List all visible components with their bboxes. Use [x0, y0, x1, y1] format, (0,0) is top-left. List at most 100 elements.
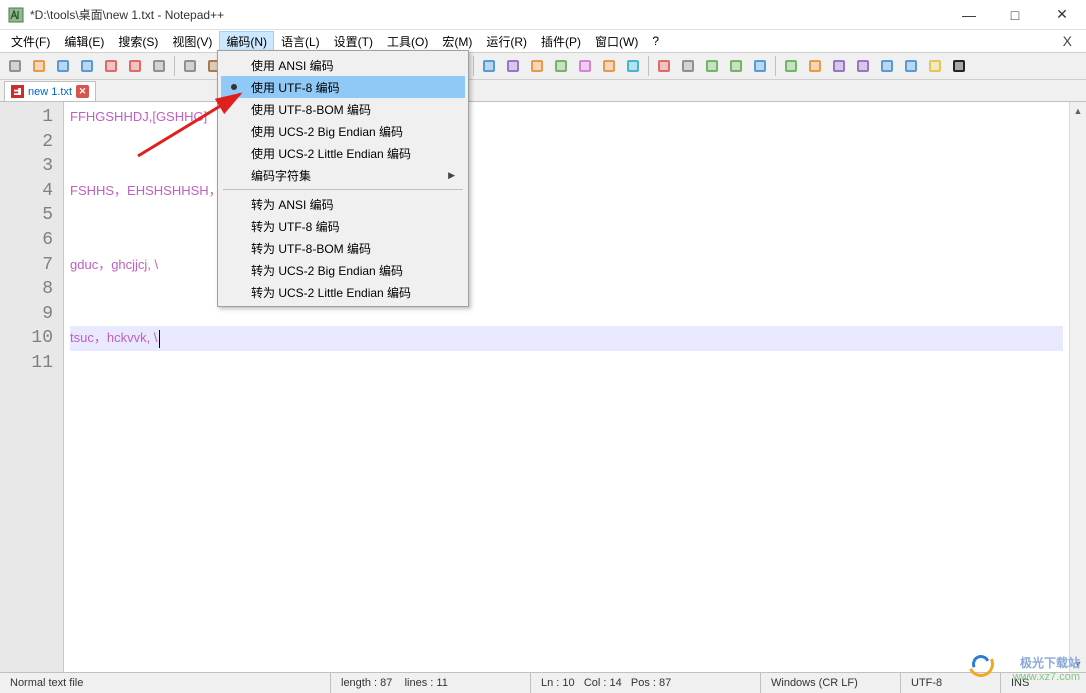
doc-map-button[interactable] — [574, 55, 596, 77]
new-file-button[interactable] — [4, 55, 26, 77]
monitor-button[interactable] — [622, 55, 644, 77]
menu-run[interactable]: 运行(R) — [479, 31, 534, 52]
menu-settings[interactable]: 设置(T) — [327, 31, 380, 52]
indent-guide-button[interactable] — [526, 55, 548, 77]
record-button[interactable] — [653, 55, 675, 77]
menu-use-ucs2-le[interactable]: 使用 UCS-2 Little Endian 编码 — [221, 142, 465, 164]
file-modified-icon — [11, 85, 24, 98]
indent-guide-icon — [529, 58, 545, 74]
open-file-icon — [31, 58, 47, 74]
line-number: 9 — [0, 302, 53, 327]
cut-icon — [182, 58, 198, 74]
menu-to-ucs2-be[interactable]: 转为 UCS-2 Big Endian 编码 — [221, 259, 465, 281]
print-icon — [151, 58, 167, 74]
wordwrap-icon — [481, 58, 497, 74]
save-macro-icon — [752, 58, 768, 74]
bookmark-button[interactable] — [924, 55, 946, 77]
close-icon — [103, 58, 119, 74]
menu-close-x[interactable]: X — [1053, 33, 1082, 49]
menu-help[interactable]: ? — [645, 32, 666, 50]
wordwrap-button[interactable] — [478, 55, 500, 77]
toolbar-separator — [473, 56, 474, 76]
text-editor[interactable]: FFHGSHHDJ,[GSHHG] FSHHS，EHSHSHHSH， gduc，… — [64, 102, 1069, 672]
minimize-button[interactable]: — — [946, 0, 992, 29]
tab-bar: new 1.txt ✕ — [0, 80, 1086, 102]
scroll-up-icon[interactable]: ▲ — [1070, 102, 1086, 119]
bold-icon — [951, 58, 967, 74]
shift-left-icon — [831, 58, 847, 74]
menu-use-utf8[interactable]: 使用 UTF-8 编码 — [221, 76, 465, 98]
editor-line-current: tsuc，hckvvk, \ — [70, 326, 1063, 351]
menu-to-utf8-bom[interactable]: 转为 UTF-8-BOM 编码 — [221, 237, 465, 259]
status-bar: Normal text file length : 87 lines : 11 … — [0, 672, 1086, 693]
menu-language[interactable]: 语言(L) — [274, 31, 327, 52]
compare-button[interactable] — [804, 55, 826, 77]
cut-button[interactable] — [179, 55, 201, 77]
menu-window[interactable]: 窗口(W) — [588, 31, 645, 52]
new-file-icon — [7, 58, 23, 74]
menu-file[interactable]: 文件(F) — [4, 31, 57, 52]
print-button[interactable] — [148, 55, 170, 77]
shift-right-button[interactable] — [852, 55, 874, 77]
menu-separator — [223, 189, 463, 190]
line-number: 6 — [0, 228, 53, 253]
menu-edit[interactable]: 编辑(E) — [57, 31, 111, 52]
language-button[interactable] — [550, 55, 572, 77]
vertical-scrollbar[interactable]: ▲ ▼ — [1069, 102, 1086, 672]
menu-charset[interactable]: 编码字符集 ▶ — [221, 164, 465, 186]
menu-to-ucs2-le[interactable]: 转为 UCS-2 Little Endian 编码 — [221, 281, 465, 303]
line-number-gutter: 1234567891011 — [0, 102, 64, 672]
menu-tools[interactable]: 工具(O) — [380, 31, 435, 52]
menu-search[interactable]: 搜索(S) — [111, 31, 165, 52]
title-bar: *D:\tools\桌面\new 1.txt - Notepad++ — □ ✕ — [0, 0, 1086, 30]
stop-button[interactable] — [677, 55, 699, 77]
sort-asc-button[interactable] — [876, 55, 898, 77]
save-macro-button[interactable] — [749, 55, 771, 77]
open-file-button[interactable] — [28, 55, 50, 77]
toolbar — [0, 52, 1086, 80]
status-filetype: Normal text file — [0, 673, 330, 693]
submenu-arrow-icon: ▶ — [448, 170, 455, 181]
shift-left-button[interactable] — [828, 55, 850, 77]
menu-to-ansi[interactable]: 转为 ANSI 编码 — [221, 193, 465, 215]
spell-icon — [783, 58, 799, 74]
app-icon — [8, 7, 24, 23]
spell-button[interactable] — [780, 55, 802, 77]
menu-view[interactable]: 视图(V) — [165, 31, 219, 52]
folder-button[interactable] — [598, 55, 620, 77]
menu-use-utf8-bom[interactable]: 使用 UTF-8-BOM 编码 — [221, 98, 465, 120]
menu-encoding[interactable]: 编码(N) — [219, 31, 274, 52]
line-number: 11 — [0, 351, 53, 376]
menu-macro[interactable]: 宏(M) — [435, 31, 479, 52]
menu-use-ucs2-be[interactable]: 使用 UCS-2 Big Endian 编码 — [221, 120, 465, 142]
tab-new-1[interactable]: new 1.txt ✕ — [4, 81, 96, 101]
bookmark-icon — [927, 58, 943, 74]
status-eol[interactable]: Windows (CR LF) — [760, 673, 900, 693]
menu-to-utf8[interactable]: 转为 UTF-8 编码 — [221, 215, 465, 237]
save-all-button[interactable] — [76, 55, 98, 77]
show-all-icon — [505, 58, 521, 74]
save-button[interactable] — [52, 55, 74, 77]
play-button[interactable] — [701, 55, 723, 77]
menu-bar: 文件(F) 编辑(E) 搜索(S) 视图(V) 编码(N) 语言(L) 设置(T… — [0, 30, 1086, 52]
line-number: 2 — [0, 130, 53, 155]
watermark-url: www.xz7.com — [1013, 671, 1080, 683]
menu-use-ansi[interactable]: 使用 ANSI 编码 — [221, 54, 465, 76]
close-all-icon — [127, 58, 143, 74]
close-all-button[interactable] — [124, 55, 146, 77]
window-title: *D:\tools\桌面\new 1.txt - Notepad++ — [30, 6, 946, 23]
tab-close-icon[interactable]: ✕ — [76, 85, 89, 98]
bold-button[interactable] — [948, 55, 970, 77]
show-all-button[interactable] — [502, 55, 524, 77]
close-button[interactable]: ✕ — [1038, 0, 1086, 29]
editor-line — [70, 351, 1063, 376]
menu-plugins[interactable]: 插件(P) — [534, 31, 588, 52]
editor-area: 1234567891011 FFHGSHHDJ,[GSHHG] FSHHS，EH… — [0, 102, 1086, 672]
close-button[interactable] — [100, 55, 122, 77]
stop-icon — [680, 58, 696, 74]
play-multi-button[interactable] — [725, 55, 747, 77]
line-number: 1 — [0, 105, 53, 130]
sort-desc-button[interactable] — [900, 55, 922, 77]
maximize-button[interactable]: □ — [992, 0, 1038, 29]
sort-desc-icon — [903, 58, 919, 74]
